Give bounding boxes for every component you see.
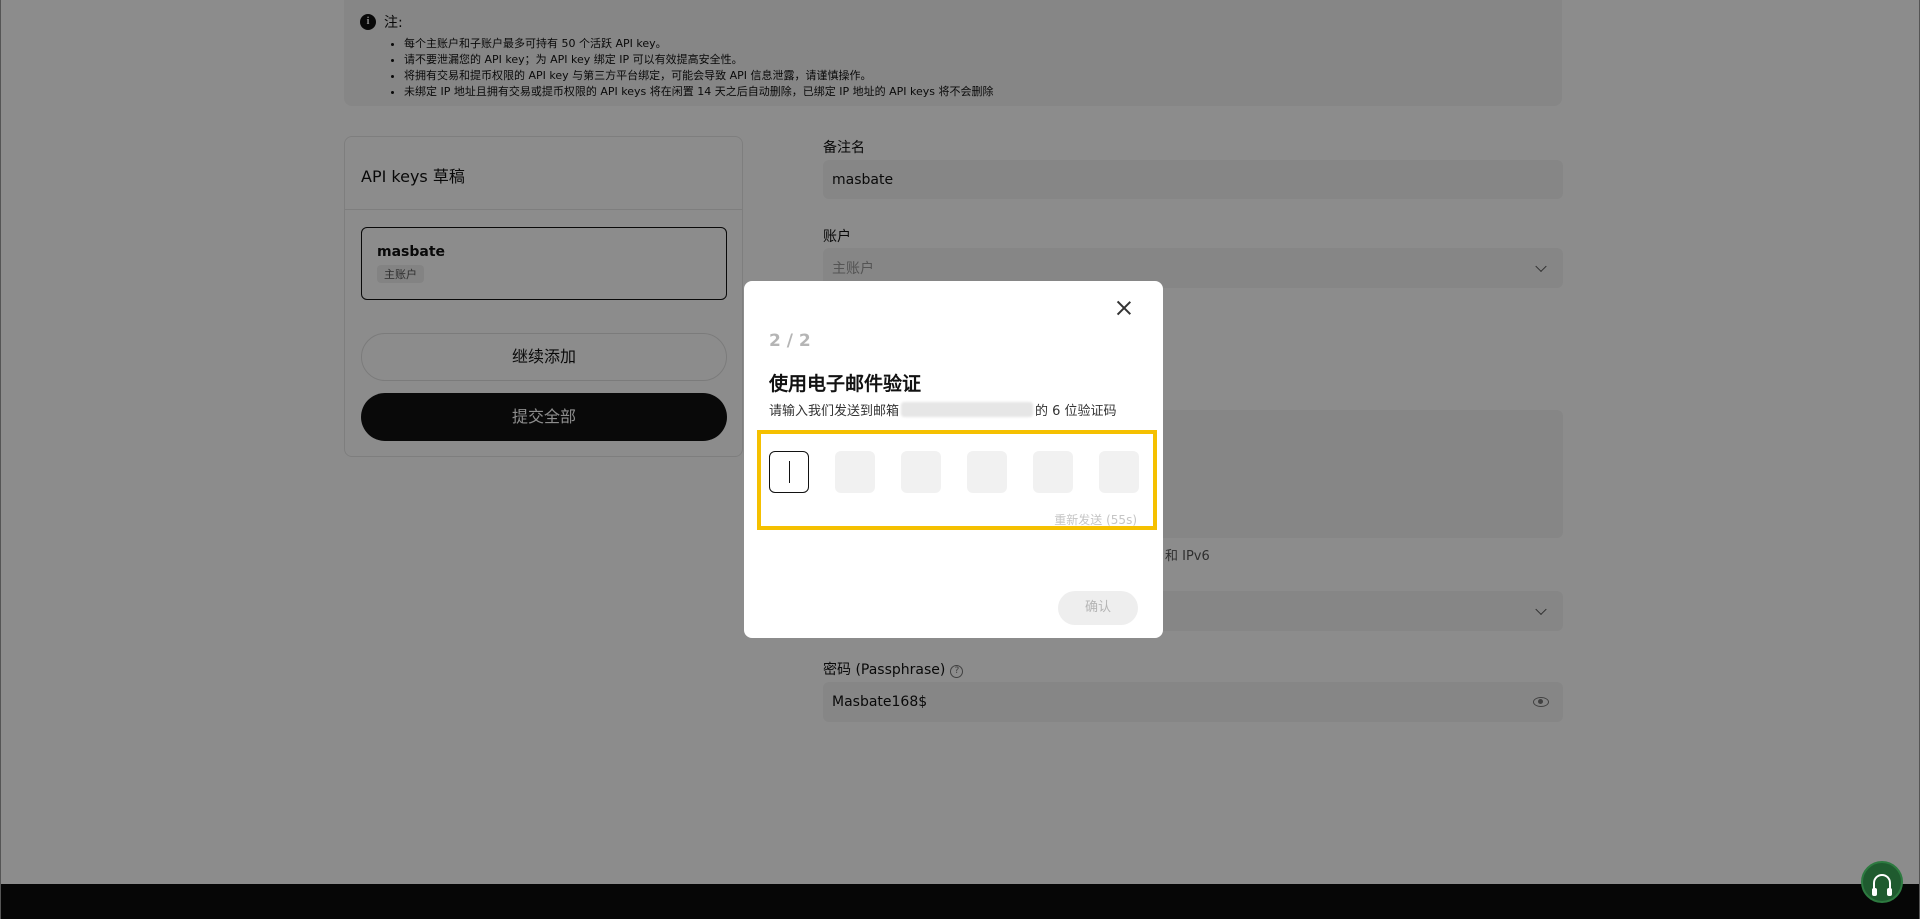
modal-title: 使用电子邮件验证 bbox=[769, 373, 922, 395]
otp-digit-5[interactable] bbox=[1033, 451, 1073, 493]
otp-digit-1[interactable] bbox=[769, 451, 809, 493]
headset-icon bbox=[1872, 874, 1892, 896]
support-chat-button[interactable] bbox=[1861, 861, 1903, 903]
otp-digit-6[interactable] bbox=[1099, 451, 1139, 493]
email-verification-modal: 2 / 2 使用电子邮件验证 请输入我们发送到邮箱 的 6 位验证码 重新发送 … bbox=[744, 281, 1163, 638]
close-icon[interactable] bbox=[1113, 297, 1135, 319]
masked-email bbox=[901, 402, 1034, 417]
modal-subtitle: 请输入我们发送到邮箱 的 6 位验证码 bbox=[769, 400, 1117, 419]
otp-digit-4[interactable] bbox=[967, 451, 1007, 493]
step-indicator: 2 / 2 bbox=[769, 331, 811, 351]
confirm-button[interactable]: 确认 bbox=[1058, 591, 1138, 625]
subtitle-suffix: 的 6 位验证码 bbox=[1035, 404, 1117, 419]
otp-digit-2[interactable] bbox=[835, 451, 875, 493]
otp-digit-3[interactable] bbox=[901, 451, 941, 493]
resend-countdown[interactable]: 重新发送 (55s) bbox=[1054, 511, 1137, 528]
subtitle-prefix: 请输入我们发送到邮箱 bbox=[769, 404, 900, 419]
